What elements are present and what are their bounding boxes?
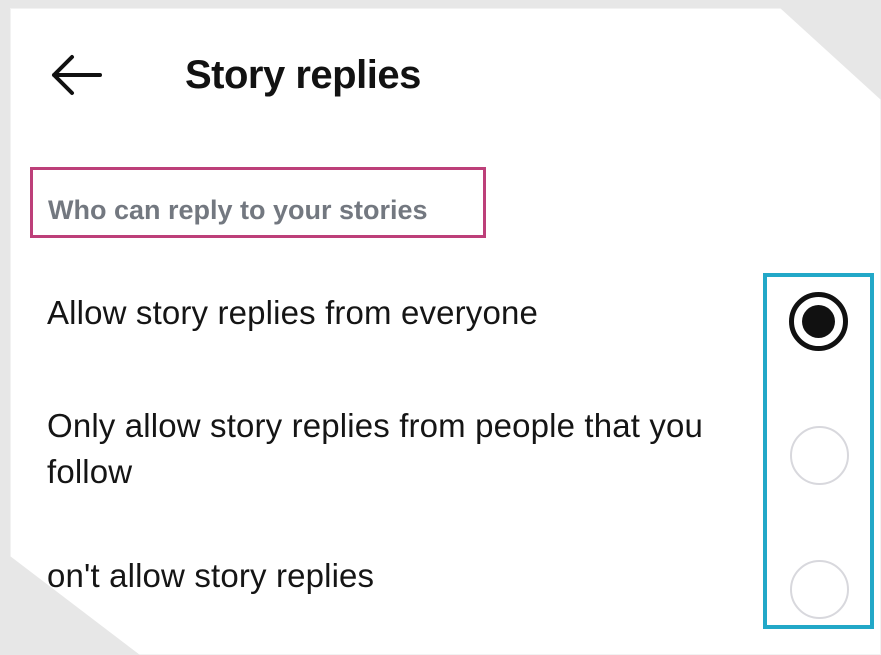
option-allow-everyone[interactable]: Allow story replies from everyone (40, 290, 861, 370)
radio-allow-following[interactable] (790, 426, 849, 485)
option-label-dont-allow-replies: on't allow story replies (47, 557, 375, 594)
option-allow-following[interactable]: Only allow story replies from people tha… (40, 403, 861, 513)
page-title: Story replies (185, 53, 421, 97)
option-dont-allow-replies[interactable]: on't allow story replies (40, 553, 861, 628)
radio-dont-allow-replies[interactable] (790, 560, 849, 619)
option-label-allow-everyone: Allow story replies from everyone (47, 294, 538, 331)
radio-allow-everyone-selected[interactable] (789, 292, 848, 351)
screen-frame: Story replies Who can reply to your stor… (0, 0, 881, 655)
arrow-left-icon (52, 55, 102, 95)
section-title: Who can reply to your stories (48, 195, 428, 225)
back-button[interactable] (40, 44, 106, 102)
header: Story replies (40, 42, 740, 114)
option-label-allow-following: Only allow story replies from people tha… (47, 407, 704, 490)
